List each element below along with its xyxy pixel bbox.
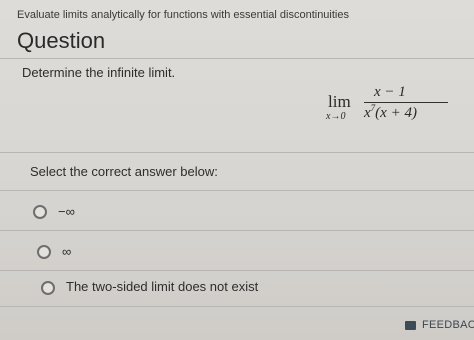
divider bbox=[0, 270, 474, 271]
denominator-rest: (x + 4) bbox=[375, 105, 417, 121]
question-panel: Evaluate limits analytically for functio… bbox=[0, 0, 474, 340]
answer-option[interactable]: ∞ bbox=[0, 234, 474, 270]
feedback-icon bbox=[405, 321, 416, 330]
topic-subtitle: Evaluate limits analytically for functio… bbox=[17, 9, 349, 21]
question-prompt: Determine the infinite limit. bbox=[22, 65, 176, 80]
denominator-base: x bbox=[364, 105, 371, 121]
denominator: x7(x + 4) bbox=[364, 103, 417, 122]
numerator: x − 1 bbox=[374, 84, 406, 100]
answer-option-label: −∞ bbox=[58, 204, 75, 219]
feedback-button[interactable]: FEEDBACK bbox=[400, 317, 474, 337]
radio-button[interactable] bbox=[37, 245, 51, 259]
answer-option-label: The two-sided limit does not exist bbox=[66, 279, 259, 294]
divider bbox=[0, 58, 474, 59]
lim-approach: x→0 bbox=[326, 111, 346, 122]
radio-button[interactable] bbox=[41, 281, 55, 295]
feedback-label: FEEDBACK bbox=[422, 319, 474, 331]
radio-button[interactable] bbox=[33, 205, 47, 219]
limit-formula: lim x→0 x − 1 x7(x + 4) bbox=[326, 84, 466, 124]
lim-word: lim bbox=[328, 92, 351, 111]
divider bbox=[0, 230, 474, 231]
divider bbox=[0, 190, 474, 191]
answer-instructions: Select the correct answer below: bbox=[30, 164, 218, 179]
divider bbox=[0, 152, 474, 153]
page-title: Question bbox=[17, 28, 106, 53]
answer-option[interactable]: −∞ bbox=[0, 194, 474, 230]
answer-option[interactable]: The two-sided limit does not exist bbox=[0, 272, 474, 308]
answer-option-label: ∞ bbox=[62, 244, 72, 259]
divider bbox=[0, 306, 474, 307]
